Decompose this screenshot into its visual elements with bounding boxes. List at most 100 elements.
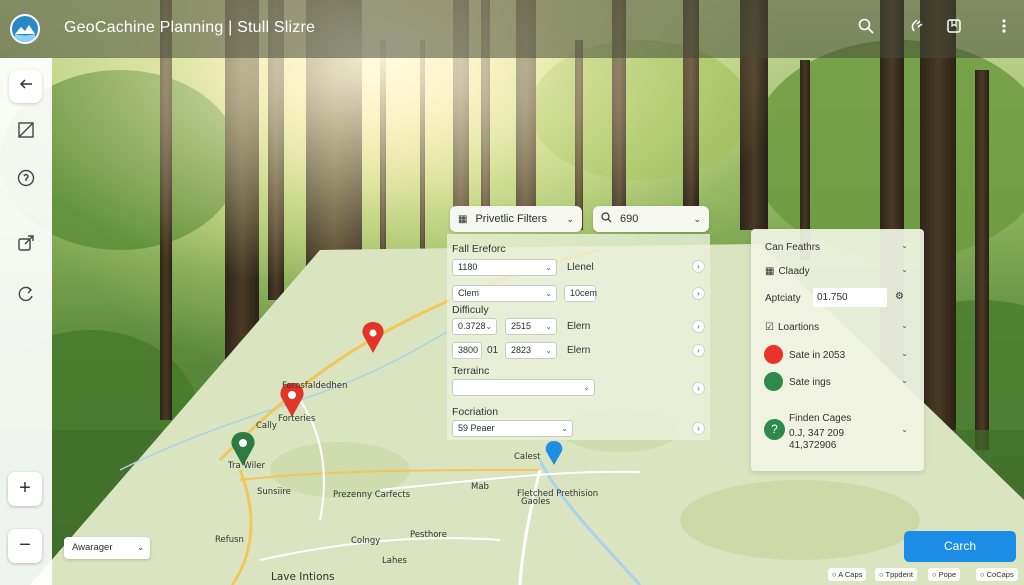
chevron-down-icon: ⌄	[545, 263, 552, 272]
search-icon[interactable]	[856, 18, 876, 38]
map-label: Lahes	[382, 556, 407, 566]
app-logo	[10, 14, 40, 44]
select-value: 2515	[511, 321, 532, 331]
map-label: Lave Intions	[271, 571, 335, 583]
layer-select[interactable]: Awarager ⌄	[64, 537, 150, 559]
select-value: 0.3728	[458, 321, 486, 331]
difficulty-max-select[interactable]: 2515 ⌄	[505, 318, 557, 335]
section-title: Fall Ereforc	[452, 243, 506, 255]
filter-select[interactable]: Clem ⌄	[452, 285, 557, 302]
finden-title: Finden Cages	[789, 413, 852, 424]
select-value: 1180	[458, 262, 478, 272]
map-label: Colngy	[351, 536, 381, 546]
cloudy-item[interactable]: ▦ Claady	[765, 266, 810, 277]
features-panel: Can Feathrs ⌄ ▦ Claady ⌄ Aptciaty 01.750 …	[751, 229, 924, 471]
refresh-icon[interactable]	[9, 282, 42, 315]
filters-dropdown[interactable]: ▦ Privetlic Filters ⌄	[450, 206, 582, 232]
location-item[interactable]: Sate in 2053	[789, 350, 845, 361]
hand-icon[interactable]	[907, 18, 927, 38]
finden-coord: 41,372906	[789, 440, 837, 451]
crop-icon[interactable]	[9, 118, 42, 151]
chevron-down-icon[interactable]: ⌄	[901, 321, 908, 330]
chevron-down-icon: ⌄	[545, 289, 552, 298]
chevron-down-icon[interactable]: ⌄	[901, 376, 908, 385]
map-label: Fernsfaldedhen	[282, 381, 348, 391]
chevron-down-icon: ⌄	[693, 213, 701, 224]
chevron-right-icon[interactable]: ›	[692, 344, 705, 357]
attribution-link[interactable]: ○ Pope	[928, 568, 961, 581]
chevron-down-icon[interactable]: ⌄	[901, 425, 908, 434]
map-label: Mab	[471, 482, 489, 492]
difficulty-min-select[interactable]: 3800	[452, 342, 482, 359]
filter-label: 01	[487, 345, 499, 356]
chevron-down-icon[interactable]: ⌄	[901, 265, 908, 274]
chevron-down-icon[interactable]: ⌄	[901, 349, 908, 358]
difficulty-min-select[interactable]: 0.3728 ⌄	[452, 318, 497, 335]
locations-label: Loartions	[777, 322, 820, 333]
chevron-right-icon[interactable]: ›	[692, 287, 705, 300]
map-label: Sunsiire	[257, 487, 291, 497]
map-label: Forteries	[278, 414, 316, 424]
zoom-in-button[interactable]: +	[8, 472, 42, 506]
menu-icon[interactable]	[994, 18, 1014, 38]
chevron-down-icon: ⌄	[566, 213, 574, 224]
chevron-down-icon: ⌄	[561, 424, 568, 433]
filter-label: Llenel	[567, 262, 594, 273]
chevron-right-icon[interactable]: ›	[692, 382, 705, 395]
map-label: Calest	[514, 452, 541, 462]
location-label: Focriation	[452, 406, 499, 418]
location-color-green	[764, 372, 783, 391]
terrain-select[interactable]: ⌄	[452, 379, 595, 396]
features-title: Can Feathrs	[765, 242, 821, 253]
select-value: 3800	[458, 345, 479, 355]
chevron-right-icon[interactable]: ›	[692, 422, 705, 435]
attribution-text: A Caps	[838, 570, 863, 579]
attribution-link[interactable]: ○ A Caps	[828, 568, 867, 581]
select-value: 10cem	[570, 288, 598, 298]
attribution-text: Tppdent	[885, 570, 914, 579]
location-color-red	[764, 345, 783, 364]
search-button[interactable]: Carch	[904, 531, 1016, 562]
chevron-down-icon: ⌄	[545, 346, 552, 355]
select-value: Clem	[458, 288, 480, 298]
map-label: Refusn	[215, 535, 244, 545]
select-value: 2823	[511, 345, 532, 355]
location-item[interactable]: Sate ings	[789, 377, 831, 388]
chevron-down-icon: ⌄	[485, 322, 492, 331]
filters-label: Privetlic Filters	[475, 213, 547, 225]
locations-item[interactable]: ☑ Loartions	[765, 322, 819, 333]
filter-label: Elern	[567, 345, 591, 356]
zoom-out-button[interactable]: −	[8, 529, 42, 563]
share-icon[interactable]	[9, 231, 42, 264]
difficulty-label: Difficuly	[452, 304, 489, 316]
attribution-link[interactable]: ○ CoCaps	[976, 568, 1018, 581]
location-select[interactable]: 59 Peaer ⌄	[452, 420, 573, 437]
filter-icon: ▦	[458, 213, 468, 225]
chevron-right-icon[interactable]: ›	[692, 320, 705, 333]
aptcity-value: 01.750	[817, 292, 848, 303]
aptcity-label: Aptciaty	[765, 293, 801, 304]
chevron-down-icon: ⌄	[545, 322, 552, 331]
bookmark-icon[interactable]	[944, 18, 964, 38]
attribution-link[interactable]: ○ Tppdent	[875, 568, 918, 581]
search-input[interactable]: 690 ⌄	[593, 206, 709, 232]
back-arrow-icon[interactable]	[9, 70, 42, 103]
attribution-text: Pope	[938, 570, 957, 579]
help-icon[interactable]	[9, 166, 42, 199]
aptcity-input[interactable]: 01.750	[813, 288, 887, 307]
filter-value-box[interactable]: 10cem	[564, 285, 598, 302]
app-header: GeoCachine Planning | Stull Slizre	[0, 0, 1024, 58]
chevron-down-icon[interactable]: ⌄	[901, 241, 908, 250]
help-icon[interactable]: ?	[764, 419, 785, 440]
info-icon: ○	[932, 570, 939, 579]
filter-select[interactable]: 1180 ⌄	[452, 259, 557, 276]
cloud-icon: ▦	[765, 266, 775, 277]
difficulty-max-select[interactable]: 2823 ⌄	[505, 342, 557, 359]
map-label: Pesthore	[410, 530, 447, 540]
gear-icon[interactable]: ⚙	[895, 291, 904, 302]
select-value: 59 Peaer	[458, 423, 495, 433]
chevron-right-icon[interactable]: ›	[692, 260, 705, 273]
chevron-down-icon: ⌄	[137, 543, 144, 552]
info-icon: ○	[980, 570, 987, 579]
layer-value: Awarager	[72, 542, 113, 553]
